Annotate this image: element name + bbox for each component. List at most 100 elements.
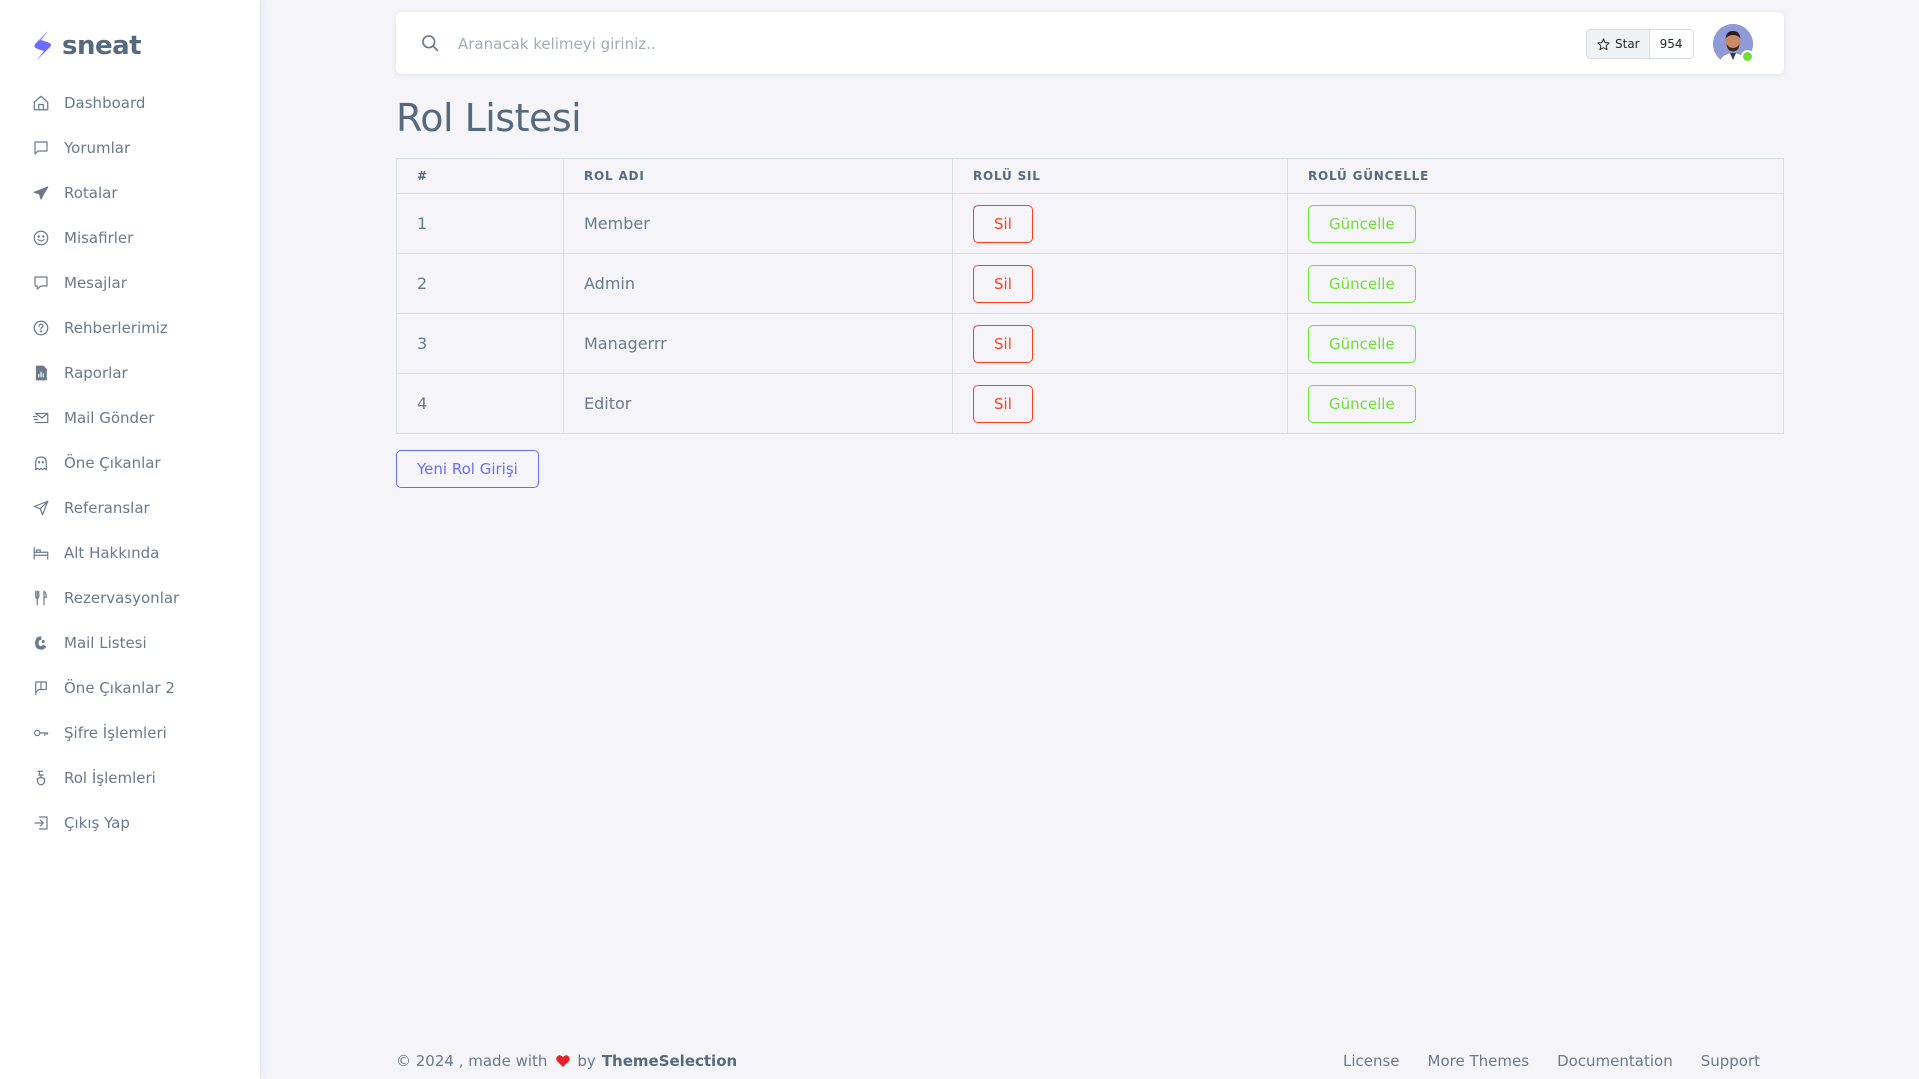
table-row: 3 Managerrr Sil Güncelle — [396, 313, 1784, 374]
restaurant-icon — [32, 589, 50, 607]
role-table: # ROL ADI ROLÜ SIL ROLÜ GÜNCELLE 1 Membe… — [396, 158, 1784, 434]
table-row: 4 Editor Sil Güncelle — [396, 373, 1784, 434]
footer-link-support[interactable]: Support — [1701, 1052, 1760, 1070]
star-icon — [1597, 37, 1610, 50]
update-role-button[interactable]: Güncelle — [1308, 204, 1416, 243]
mailchimp-icon — [32, 634, 50, 652]
sidebar-item-sifre-islemleri[interactable]: Şifre İşlemleri — [0, 710, 260, 755]
sidebar-item-label: Misafirler — [64, 228, 134, 247]
sidebar-item-one-cikanlar-2[interactable]: Öne Çıkanlar 2 — [0, 665, 260, 710]
sidebar-item-label: Öne Çıkanlar 2 — [64, 678, 175, 697]
role-name: Managerrr — [563, 313, 953, 374]
github-star-label: Star — [1615, 37, 1640, 51]
github-star-button[interactable]: Star — [1587, 30, 1650, 58]
sidebar-item-label: Yorumlar — [64, 138, 131, 157]
sidebar-item-referanslar[interactable]: Referanslar — [0, 485, 260, 530]
sidebar-item-yorumlar[interactable]: Yorumlar — [0, 125, 260, 170]
role-id: 2 — [396, 253, 564, 314]
footer: © 2024 , made with by ThemeSelection Lic… — [396, 1050, 1760, 1072]
sneat-logo-icon — [34, 31, 51, 61]
brand[interactable]: sneat — [30, 28, 142, 64]
sidebar-item-label: Rotalar — [64, 183, 118, 202]
delete-cell: Sil — [952, 253, 1288, 314]
delete-cell: Sil — [952, 313, 1288, 374]
sidebar-item-label: Mail Gönder — [64, 408, 155, 427]
sidebar-item-mail-listesi[interactable]: Mail Listesi — [0, 620, 260, 665]
delete-cell: Sil — [952, 373, 1288, 434]
sidebar-item-label: Rehberlerimiz — [64, 318, 168, 337]
sidebar-item-label: Alt Hakkında — [64, 543, 160, 562]
plane-icon — [32, 184, 50, 202]
sidebar-item-label: Raporlar — [64, 363, 128, 382]
mask-icon — [32, 769, 50, 787]
role-table-container: # ROL ADI ROLÜ SIL ROLÜ GÜNCELLE 1 Membe… — [396, 158, 1784, 434]
sidebar-item-label: Rol İşlemleri — [64, 768, 156, 787]
footer-credit: © 2024 , made with by ThemeSelection — [396, 1052, 737, 1070]
sidebar-item-raporlar[interactable]: Raporlar — [0, 350, 260, 395]
avatar[interactable] — [1713, 24, 1754, 64]
key-icon — [32, 724, 50, 742]
navbar: Star 954 — [396, 12, 1784, 74]
sidebar-item-mail-gonder[interactable]: Mail Gönder — [0, 395, 260, 440]
sidebar-item-dashboard[interactable]: Dashboard — [0, 80, 260, 125]
sidebar: sneat Dashboard Yorumlar Rotalar Misafir… — [0, 0, 260, 1079]
footer-links: License More Themes Documentation Suppor… — [1315, 1052, 1760, 1070]
role-name: Editor — [563, 373, 953, 434]
sidebar-item-label: Şifre İşlemleri — [64, 723, 167, 742]
flag-icon — [32, 679, 50, 697]
sidebar-item-label: Öne Çıkanlar — [64, 453, 161, 472]
sidebar-item-rezervasyonlar[interactable]: Rezervasyonlar — [0, 575, 260, 620]
github-star-widget: Star 954 — [1586, 29, 1694, 59]
sidebar-item-rotalar[interactable]: Rotalar — [0, 170, 260, 215]
sidebar-item-label: Mesajlar — [64, 273, 127, 292]
table-header-row: # ROL ADI ROLÜ SIL ROLÜ GÜNCELLE — [396, 158, 1784, 194]
delete-role-button[interactable]: Sil — [973, 384, 1033, 423]
new-role-button[interactable]: Yeni Rol Girişi — [396, 450, 539, 488]
role-id: 1 — [396, 193, 564, 254]
sidebar-item-misafirler[interactable]: Misafirler — [0, 215, 260, 260]
footer-copyright: © 2024 , made with — [396, 1052, 548, 1070]
message-icon — [32, 274, 50, 292]
footer-link-more-themes[interactable]: More Themes — [1428, 1052, 1530, 1070]
update-cell: Güncelle — [1287, 313, 1784, 374]
column-header-delete: ROLÜ SIL — [952, 158, 1288, 194]
delete-role-button[interactable]: Sil — [973, 324, 1033, 363]
sidebar-menu: Dashboard Yorumlar Rotalar Misafirler Me… — [0, 80, 260, 845]
role-id: 3 — [396, 313, 564, 374]
footer-link-documentation[interactable]: Documentation — [1557, 1052, 1673, 1070]
role-name: Admin — [563, 253, 953, 314]
column-header-id: # — [396, 158, 564, 194]
delete-role-button[interactable]: Sil — [973, 264, 1033, 303]
online-status-indicator — [1741, 50, 1754, 63]
search-icon — [420, 33, 440, 53]
update-role-button[interactable]: Güncelle — [1308, 384, 1416, 423]
table-row: 2 Admin Sil Güncelle — [396, 253, 1784, 314]
sidebar-item-label: Dashboard — [64, 93, 146, 112]
sidebar-item-rol-islemleri[interactable]: Rol İşlemleri — [0, 755, 260, 800]
sidebar-item-label: Referanslar — [64, 498, 150, 517]
footer-brand-link[interactable]: ThemeSelection — [602, 1052, 737, 1070]
delete-cell: Sil — [952, 193, 1288, 254]
ghost-icon — [32, 454, 50, 472]
role-id: 4 — [396, 373, 564, 434]
update-role-button[interactable]: Güncelle — [1308, 324, 1416, 363]
update-role-button[interactable]: Güncelle — [1308, 264, 1416, 303]
sidebar-item-rehberlerimiz[interactable]: Rehberlerimiz — [0, 305, 260, 350]
sidebar-item-cikis-yap[interactable]: Çıkış Yap — [0, 800, 260, 845]
sidebar-item-mesajlar[interactable]: Mesajlar — [0, 260, 260, 305]
column-header-role-name: ROL ADI — [563, 158, 953, 194]
github-star-count[interactable]: 954 — [1649, 30, 1693, 58]
update-cell: Güncelle — [1287, 193, 1784, 254]
home-icon — [32, 94, 50, 112]
help-circle-icon — [32, 319, 50, 337]
sidebar-item-one-cikanlar[interactable]: Öne Çıkanlar — [0, 440, 260, 485]
footer-by: by — [577, 1052, 596, 1070]
log-out-icon — [32, 814, 50, 832]
footer-link-license[interactable]: License — [1343, 1052, 1400, 1070]
update-cell: Güncelle — [1287, 253, 1784, 314]
update-cell: Güncelle — [1287, 373, 1784, 434]
search-input[interactable] — [456, 28, 1160, 60]
page-title: Rol Listesi — [396, 96, 582, 140]
delete-role-button[interactable]: Sil — [973, 204, 1033, 243]
sidebar-item-alt-hakkinda[interactable]: Alt Hakkında — [0, 530, 260, 575]
